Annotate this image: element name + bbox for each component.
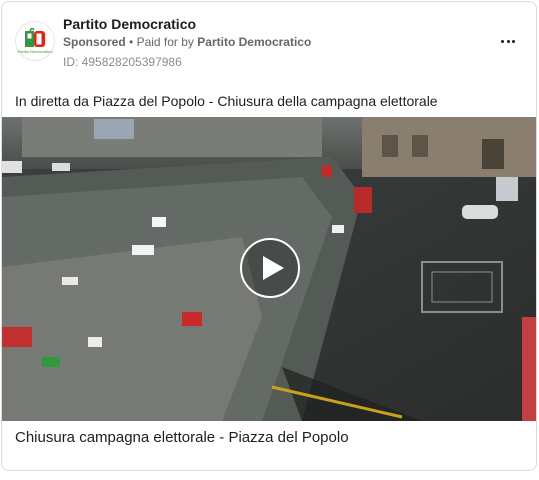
page-avatar[interactable]: Partito Democratico (15, 21, 55, 61)
separator: • (129, 35, 134, 49)
pd-logo-icon: Partito Democratico (17, 27, 53, 54)
post-caption: In diretta da Piazza del Popolo - Chiusu… (15, 93, 438, 109)
ad-id: ID: 495828205397986 (63, 55, 182, 69)
play-icon (263, 256, 284, 280)
play-button[interactable] (240, 238, 300, 298)
video-title[interactable]: Chiusura campagna elettorale - Piazza de… (15, 429, 349, 446)
video-player[interactable] (2, 117, 536, 421)
paid-for-prefix: Paid for by (136, 35, 194, 49)
logo-text: Partito Democratico (17, 49, 53, 54)
more-options-icon[interactable] (496, 31, 520, 51)
sponsored-label: Sponsored (63, 35, 126, 49)
page-name[interactable]: Partito Democratico (63, 16, 196, 32)
sponsored-line: Sponsored • Paid for by Partito Democrat… (63, 35, 311, 49)
paid-for-by: Partito Democratico (197, 35, 312, 49)
ad-card: Partito Democratico Partito Democratico … (1, 1, 537, 471)
